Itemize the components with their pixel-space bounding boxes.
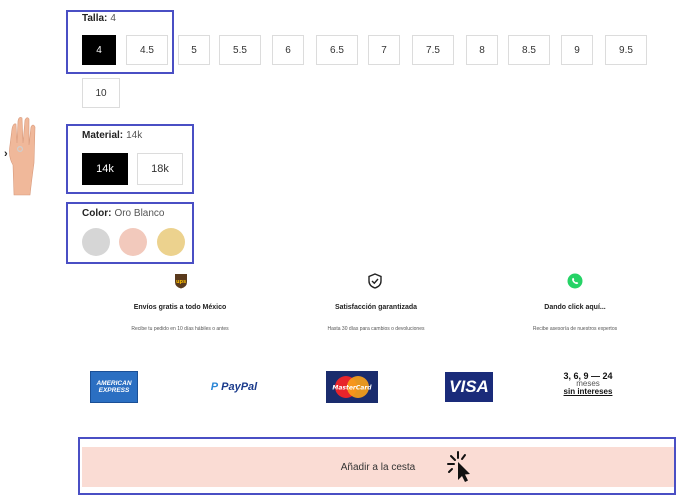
feature-title-guarantee: Satisfacción garantizada [334,304,418,311]
shield-check-icon [367,273,383,289]
color-label: Color: Oro Blanco [82,208,164,219]
material-label: Material: 14k [82,130,142,141]
talla-option-5[interactable]: 5 [178,35,210,65]
amex-line2: EXPRESS [98,387,130,394]
feature-subtitle-shipping: Recibe tu pedido en 10 días hábiles o an… [131,326,229,332]
cursor-click-icon [444,451,474,483]
talla-option-10[interactable]: 10 [82,78,120,108]
feature-title-shipping: Envíos gratis a todo México [133,304,227,311]
talla-value: 4 [110,13,116,24]
talla-option-8-5[interactable]: 8.5 [508,35,550,65]
material-option-14k[interactable]: 14k [82,153,128,185]
talla-option-4[interactable]: 4 [82,35,116,65]
talla-option-9-5[interactable]: 9.5 [605,35,647,65]
feature-subtitle-guarantee: Hasta 30 días para cambios o devolucione… [327,326,425,332]
talla-option-9[interactable]: 9 [561,35,593,65]
paypal-logo: P PayPal [206,378,262,396]
chevron-right-icon[interactable]: › [4,148,8,160]
whatsapp-icon[interactable] [567,273,583,289]
talla-option-5-5[interactable]: 5.5 [219,35,261,65]
feature-subtitle-whatsapp: Recibe asesoría de nuestros expertos [532,326,618,332]
color-value: Oro Blanco [114,208,165,219]
material-label-text: Material: [82,130,124,141]
talla-option-8[interactable]: 8 [466,35,498,65]
meses-sub: sin intereses [563,387,613,396]
talla-label-text: Talla: [82,13,108,24]
talla-option-7-5[interactable]: 7.5 [412,35,454,65]
ups-icon: ups [173,273,189,289]
mastercard-logo: MasterCard [326,371,378,403]
talla-option-6[interactable]: 6 [272,35,304,65]
color-label-text: Color: [82,208,112,219]
meses-sin-intereses-logo: 3, 6, 9 — 24 meses sin intereses [556,372,620,396]
add-to-cart-button[interactable]: Añadir a la cesta [82,447,674,487]
visa-logo: VISA [445,372,493,402]
talla-option-6-5[interactable]: 6.5 [316,35,358,65]
hand-thumbnail[interactable] [4,115,38,197]
paypal-mark-icon: P [210,381,219,393]
svg-text:ups: ups [176,279,186,285]
amex-line1: AMERICAN [96,380,132,387]
talla-label: Talla: 4 [82,13,116,24]
color-swatch-oro-blanco[interactable] [82,228,110,256]
talla-option-7[interactable]: 7 [368,35,400,65]
paypal-text: PayPal [221,381,258,393]
material-option-18k[interactable]: 18k [137,153,183,185]
add-to-cart-label: Añadir a la cesta [340,461,416,473]
feature-title-whatsapp[interactable]: Dando click aquí... [485,304,665,311]
color-swatch-oro-rosa[interactable] [119,228,147,256]
amex-logo: AMERICAN EXPRESS [90,371,138,403]
mastercard-text: MasterCard [332,385,372,392]
material-value: 14k [126,130,143,141]
color-swatch-oro-amarillo[interactable] [157,228,185,256]
talla-option-4-5[interactable]: 4.5 [126,35,168,65]
